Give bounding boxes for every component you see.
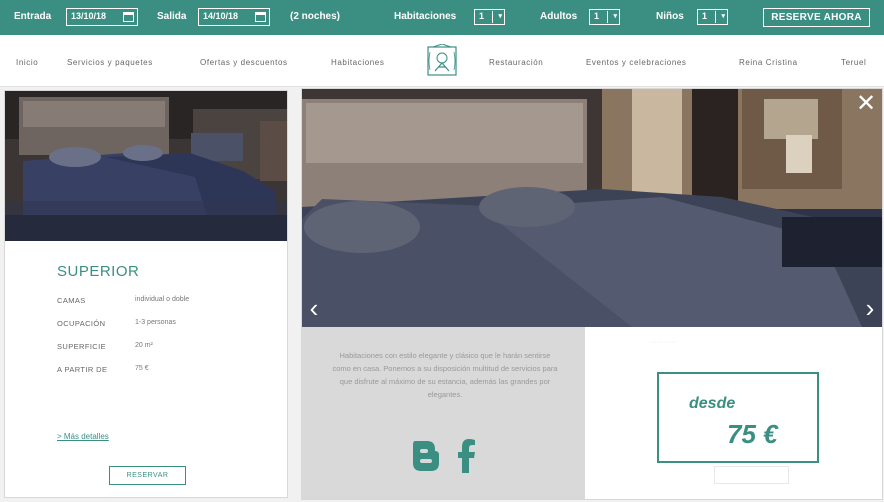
room-description: Habitaciones con estilo elegante y clási… (332, 351, 558, 399)
rooms-label: Habitaciones (394, 11, 457, 22)
chevron-down-icon: ▾ (607, 11, 617, 23)
nav-item-restauracion[interactable]: Restauración (489, 58, 543, 67)
rooms-value: 1 (479, 11, 485, 21)
facebook-icon[interactable] (457, 439, 477, 473)
room-title: SUPERIOR (57, 263, 140, 280)
children-value: 1 (702, 11, 708, 21)
spec-value: individual o doble (135, 296, 190, 303)
gallery-placeholder (714, 466, 789, 484)
price-badge: desde 75 € (657, 372, 819, 463)
spec-label: A PARTIR DE (57, 365, 108, 374)
checkout-label: Salida (157, 11, 187, 22)
hotel-logo[interactable] (425, 44, 459, 78)
checkin-label: Entrada (14, 11, 52, 22)
chevron-right-icon[interactable]: › (862, 294, 878, 322)
nav-item-reina-cristina[interactable]: Reina Cristina (739, 58, 798, 67)
spec-label: SUPERFICIE (57, 342, 107, 351)
main-nav: Inicio Servicios y paquetes Ofertas y de… (0, 35, 884, 87)
calendar-icon[interactable] (123, 12, 134, 22)
close-icon[interactable]: ✕ (855, 92, 877, 116)
rooms-select[interactable]: 1 ▾ (474, 9, 505, 25)
adults-select[interactable]: 1 ▾ (589, 9, 620, 25)
spec-label: CAMAS (57, 296, 86, 305)
reserve-now-button[interactable]: RESERVE AHORA (763, 8, 870, 27)
blogger-icon[interactable] (411, 439, 441, 473)
nights-count: (2 noches) (290, 11, 341, 22)
chevron-down-icon: ▾ (715, 11, 725, 23)
checkin-date-value: 13/10/18 (71, 11, 107, 21)
price-amount: 75 € (727, 419, 778, 449)
checkin-date-field[interactable]: 13/10/18 (66, 8, 138, 26)
more-details-link[interactable]: > Más detalles (57, 432, 109, 441)
description-overlay: Habitaciones con estilo elegante y clási… (302, 327, 585, 499)
spec-label: OCUPACIÓN (57, 319, 106, 328)
nav-item-inicio[interactable]: Inicio (16, 58, 38, 67)
chevron-left-icon[interactable]: ‹ (306, 294, 322, 322)
adults-value: 1 (594, 11, 600, 21)
checkout-date-field[interactable]: 14/10/18 (198, 8, 270, 26)
spec-value: 75 € (135, 365, 149, 372)
ghost-text: ··········· (650, 339, 676, 346)
room-card: SUPERIOR CAMAS individual o doble OCUPAC… (4, 90, 288, 498)
reserve-button[interactable]: RESERVAR (109, 466, 186, 485)
price-from-label: desde (689, 395, 736, 412)
spec-value: 20 m² (135, 342, 153, 349)
chevron-down-icon: ▾ (492, 11, 502, 23)
room-gallery: Habitaciones con estilo elegante y clási… (301, 88, 883, 500)
nav-item-ofertas[interactable]: Ofertas y descuentos (200, 58, 288, 67)
nav-item-habitaciones[interactable]: Habitaciones (331, 58, 384, 67)
children-select[interactable]: 1 ▾ (697, 9, 728, 25)
children-label: Niños (656, 11, 684, 22)
spec-value: 1-3 personas (135, 319, 176, 326)
booking-bar: Entrada 13/10/18 Salida 14/10/18 (2 noch… (0, 0, 884, 35)
nav-item-servicios[interactable]: Servicios y paquetes (67, 58, 153, 67)
room-photo (5, 91, 287, 241)
adults-label: Adultos (540, 11, 578, 22)
checkout-date-value: 14/10/18 (203, 11, 239, 21)
gallery-photo (302, 89, 882, 327)
calendar-icon[interactable] (255, 12, 266, 22)
nav-item-eventos[interactable]: Eventos y celebraciones (586, 58, 687, 67)
nav-item-teruel[interactable]: Teruel (841, 58, 866, 67)
